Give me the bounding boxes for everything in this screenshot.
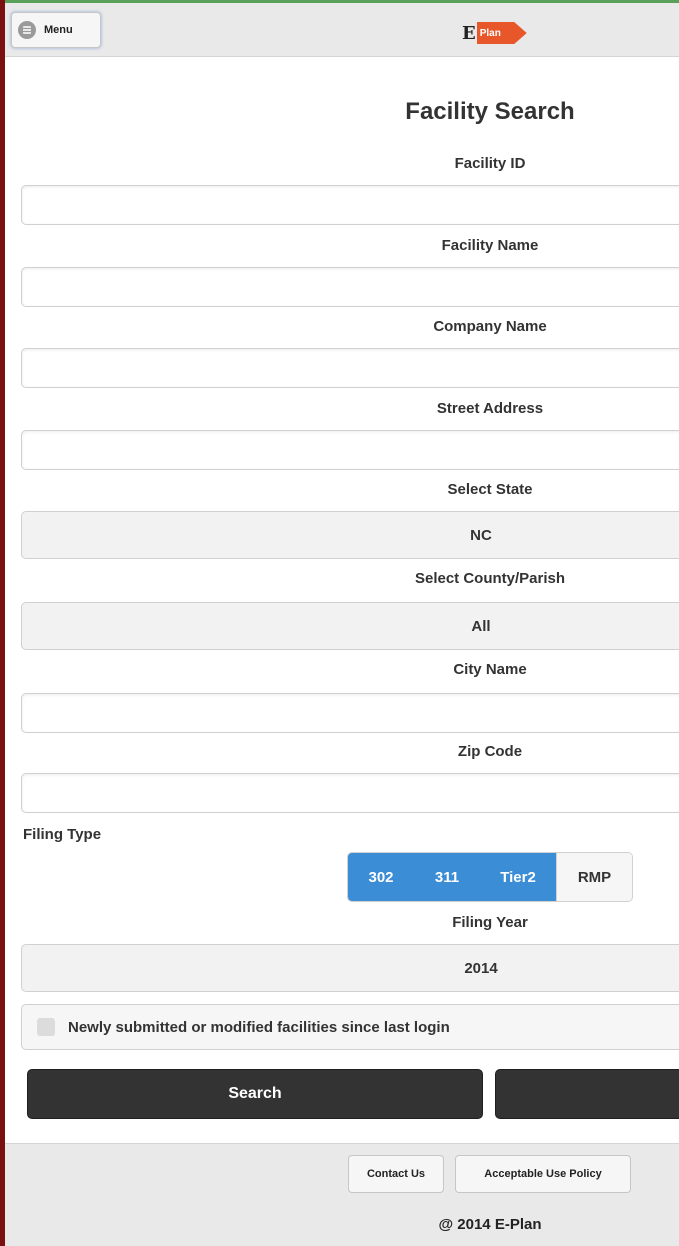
filing-year-select[interactable]: 2014 [21,944,679,992]
secondary-button[interactable] [495,1069,679,1119]
search-button[interactable]: Search [27,1069,483,1119]
menu-button-label: Menu [44,24,73,36]
filing-type-tier2[interactable]: Tier2 [480,853,556,901]
state-select-value: NC [470,526,492,544]
company-name-label: Company Name [433,318,547,335]
acceptable-use-policy-button[interactable]: Acceptable Use Policy [455,1155,631,1193]
filing-type-group: 302 311 Tier2 RMP [347,852,633,902]
facility-id-input[interactable] [21,185,679,225]
state-label: Select State [447,481,533,498]
newly-submitted-label: Newly submitted or modified facilities s… [68,1018,450,1036]
page-title: Facility Search [405,98,575,125]
filing-type-rmp[interactable]: RMP [556,853,632,901]
zip-code-label: Zip Code [457,743,523,760]
logo-text: Plan [479,27,501,39]
newly-submitted-row[interactable]: Newly submitted or modified facilities s… [21,1004,679,1050]
county-select[interactable]: All [21,602,679,650]
county-select-value: All [471,617,491,635]
logo-pennant: Plan [476,22,527,44]
company-name-input[interactable] [21,348,679,388]
facility-id-label: Facility ID [454,155,526,172]
facility-name-label: Facility Name [441,237,539,254]
left-border [0,0,5,1246]
city-name-label: City Name [453,661,527,678]
facility-name-input[interactable] [21,267,679,307]
copyright-text: @ 2014 E-Plan [438,1216,542,1233]
menu-button[interactable]: Menu [11,12,101,48]
filing-type-label: Filing Type [23,826,102,843]
zip-code-input[interactable] [21,773,679,813]
filing-year-label: Filing Year [452,914,528,931]
filing-year-select-value: 2014 [464,959,498,977]
county-label: Select County/Parish [414,570,566,587]
state-select[interactable]: NC [21,511,679,559]
footer-bar: Contact Us Acceptable Use Policy @ 2014 … [5,1143,679,1246]
logo-letter: E [462,22,476,44]
contact-us-button[interactable]: Contact Us [348,1155,444,1193]
city-name-input[interactable] [21,693,679,733]
eplan-logo[interactable]: E Plan [462,16,534,50]
street-address-input[interactable] [21,430,679,470]
menu-icon [18,21,36,39]
newly-submitted-checkbox[interactable] [37,1018,55,1036]
header-bar: Menu E Plan [5,3,679,57]
filing-type-311[interactable]: 311 [414,853,480,901]
filing-type-302[interactable]: 302 [348,853,414,901]
street-address-label: Street Address [436,400,544,417]
